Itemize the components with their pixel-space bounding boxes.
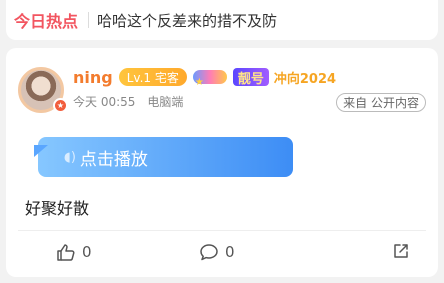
hot-topic-divider xyxy=(88,12,90,28)
username[interactable]: ning xyxy=(73,68,113,87)
hot-topic-title: 今日热点 xyxy=(14,12,79,31)
thumbs-up-icon xyxy=(56,242,76,262)
medal-icon: ★ xyxy=(192,70,227,88)
post-card: ★ ning Lv.1 宅客 ★ 靓号 冲向2024 今天 00:55 电脑端 … xyxy=(6,48,438,277)
comment-button[interactable]: 0 xyxy=(199,242,235,262)
post-text: 好聚好散 xyxy=(25,199,90,218)
play-label: 点击播放 xyxy=(79,149,148,170)
hot-topic-text[interactable]: 哈哈这个反差来的措不及防 xyxy=(97,10,277,31)
like-button[interactable]: 0 xyxy=(56,242,92,262)
play-tab-shape xyxy=(34,145,48,157)
level-badge: Lv.1 宅客 xyxy=(118,68,187,86)
share-button[interactable] xyxy=(392,242,410,260)
comment-icon xyxy=(199,242,219,262)
post-time: 今天 00:55 xyxy=(73,95,136,109)
comment-count: 0 xyxy=(225,243,235,261)
share-icon xyxy=(392,242,410,260)
avatar-badge-icon: ★ xyxy=(53,98,68,113)
post-meta: 今天 00:55 电脑端 xyxy=(73,93,183,110)
vip-badge: 靓号 xyxy=(232,68,269,87)
hot-topic-bar[interactable]: 今日热点 哈哈这个反差来的措不及防 xyxy=(6,0,438,40)
divider xyxy=(18,230,426,231)
play-button[interactable]: ◖) 点击播放 xyxy=(34,137,293,177)
source-badge[interactable]: 来自 公开内容 xyxy=(336,93,426,112)
post-device: 电脑端 xyxy=(147,95,184,109)
like-count: 0 xyxy=(82,243,92,261)
user-row: ning Lv.1 宅客 ★ 靓号 冲向2024 xyxy=(73,67,337,89)
rush-badge: 冲向2024 xyxy=(273,71,337,87)
sound-wave-icon: ◖) xyxy=(64,149,76,165)
